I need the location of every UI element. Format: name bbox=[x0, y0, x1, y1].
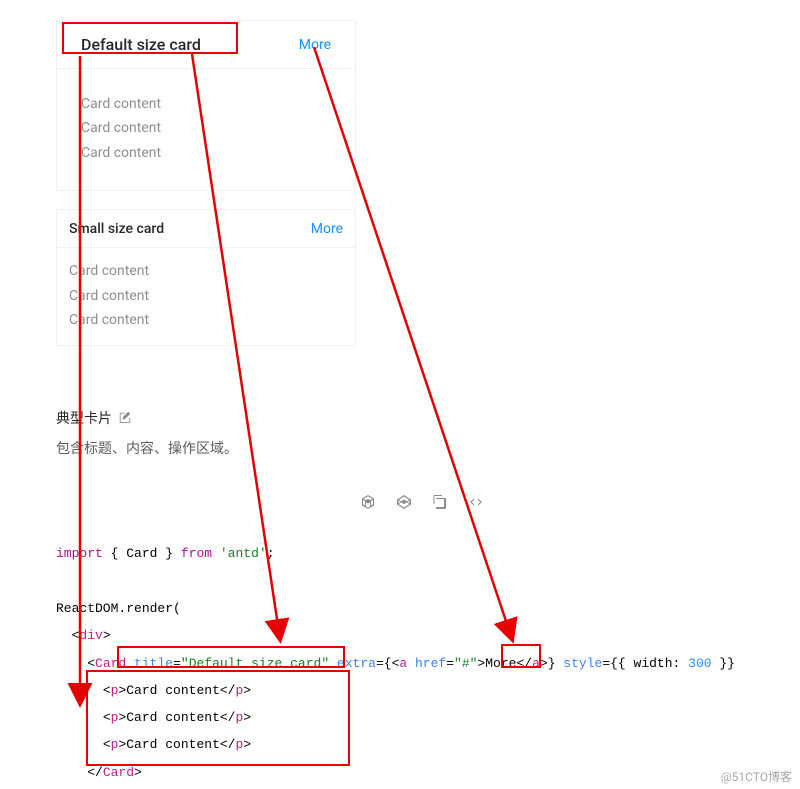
code-token: < bbox=[103, 683, 111, 698]
code-token: ReactDOM bbox=[56, 601, 118, 616]
card-body: Card content Card content Card content bbox=[57, 69, 355, 190]
code-token: Card bbox=[126, 546, 157, 561]
code-token: "Default size card" bbox=[181, 656, 329, 671]
code-token: .render( bbox=[118, 601, 180, 616]
card-content-line: Card content bbox=[81, 142, 331, 164]
code-token: from bbox=[181, 546, 212, 561]
code-token: </ bbox=[220, 710, 236, 725]
code-token: }} bbox=[712, 656, 735, 671]
code-token: < bbox=[103, 737, 111, 752]
code-token: = bbox=[446, 656, 454, 671]
code-token: ; bbox=[267, 546, 275, 561]
card-title: Small size card bbox=[69, 221, 164, 237]
code-token: "#" bbox=[454, 656, 477, 671]
code-token: div bbox=[79, 628, 102, 643]
code-token: > bbox=[243, 710, 251, 725]
card-content-line: Card content bbox=[69, 260, 343, 282]
code-token: Card content bbox=[126, 737, 220, 752]
card-title: Default size card bbox=[81, 35, 201, 54]
code-token: title bbox=[134, 656, 173, 671]
watermark: @51CTO博客 bbox=[721, 768, 792, 785]
code-actions bbox=[56, 494, 744, 510]
card-content-line: Card content bbox=[81, 93, 331, 115]
page-container: Default size card More Card content Card… bbox=[0, 0, 800, 786]
code-token: = bbox=[376, 656, 384, 671]
code-token: > bbox=[243, 683, 251, 698]
code-token: {{ width: bbox=[610, 656, 688, 671]
code-token: Card bbox=[103, 765, 134, 780]
card-content-line: Card content bbox=[81, 117, 331, 139]
code-token: style bbox=[556, 656, 603, 671]
more-link[interactable]: More bbox=[311, 221, 343, 237]
code-token: href bbox=[407, 656, 446, 671]
code-token: 300 bbox=[688, 656, 711, 671]
code-token: < bbox=[87, 656, 95, 671]
code-block: import { Card } from 'antd'; ReactDOM.re… bbox=[56, 540, 744, 786]
card-body: Card content Card content Card content bbox=[57, 248, 355, 345]
code-token: More bbox=[485, 656, 516, 671]
code-token: extra bbox=[329, 656, 376, 671]
card-head: Default size card More bbox=[57, 21, 355, 69]
code-token: </ bbox=[87, 765, 103, 780]
code-token: > bbox=[103, 628, 111, 643]
code-token: </ bbox=[220, 737, 236, 752]
code-token: import bbox=[56, 546, 103, 561]
section-title: 典型卡片 bbox=[56, 408, 112, 428]
code-token: </ bbox=[220, 683, 236, 698]
code-token: } bbox=[548, 656, 556, 671]
edit-icon[interactable] bbox=[118, 411, 132, 425]
code-token: { bbox=[384, 656, 392, 671]
code-token: = bbox=[173, 656, 181, 671]
code-token: </ bbox=[516, 656, 532, 671]
code-token: < bbox=[103, 710, 111, 725]
codepen-icon[interactable] bbox=[396, 494, 412, 510]
small-size-card: Small size card More Card content Card c… bbox=[56, 209, 356, 346]
card-head: Small size card More bbox=[57, 210, 355, 248]
default-size-card: Default size card More Card content Card… bbox=[56, 20, 356, 191]
code-token: > bbox=[134, 765, 142, 780]
card-content-line: Card content bbox=[69, 309, 343, 331]
code-token: { bbox=[103, 546, 126, 561]
code-token: a bbox=[532, 656, 540, 671]
codesandbox-icon[interactable] bbox=[360, 494, 376, 510]
code-toggle-icon[interactable] bbox=[468, 494, 484, 510]
code-token: } bbox=[157, 546, 180, 561]
code-token: > bbox=[243, 737, 251, 752]
code-token: 'antd' bbox=[220, 546, 267, 561]
code-token: Card bbox=[95, 656, 126, 671]
card-content-line: Card content bbox=[69, 285, 343, 307]
code-token: = bbox=[602, 656, 610, 671]
more-link[interactable]: More bbox=[299, 37, 331, 53]
code-token: Card content bbox=[126, 683, 220, 698]
copy-icon[interactable] bbox=[432, 494, 448, 510]
section-desc: 包含标题、内容、操作区域。 bbox=[56, 438, 744, 458]
section-title-row: 典型卡片 bbox=[56, 408, 744, 428]
code-token: > bbox=[540, 656, 548, 671]
code-token: Card content bbox=[126, 710, 220, 725]
